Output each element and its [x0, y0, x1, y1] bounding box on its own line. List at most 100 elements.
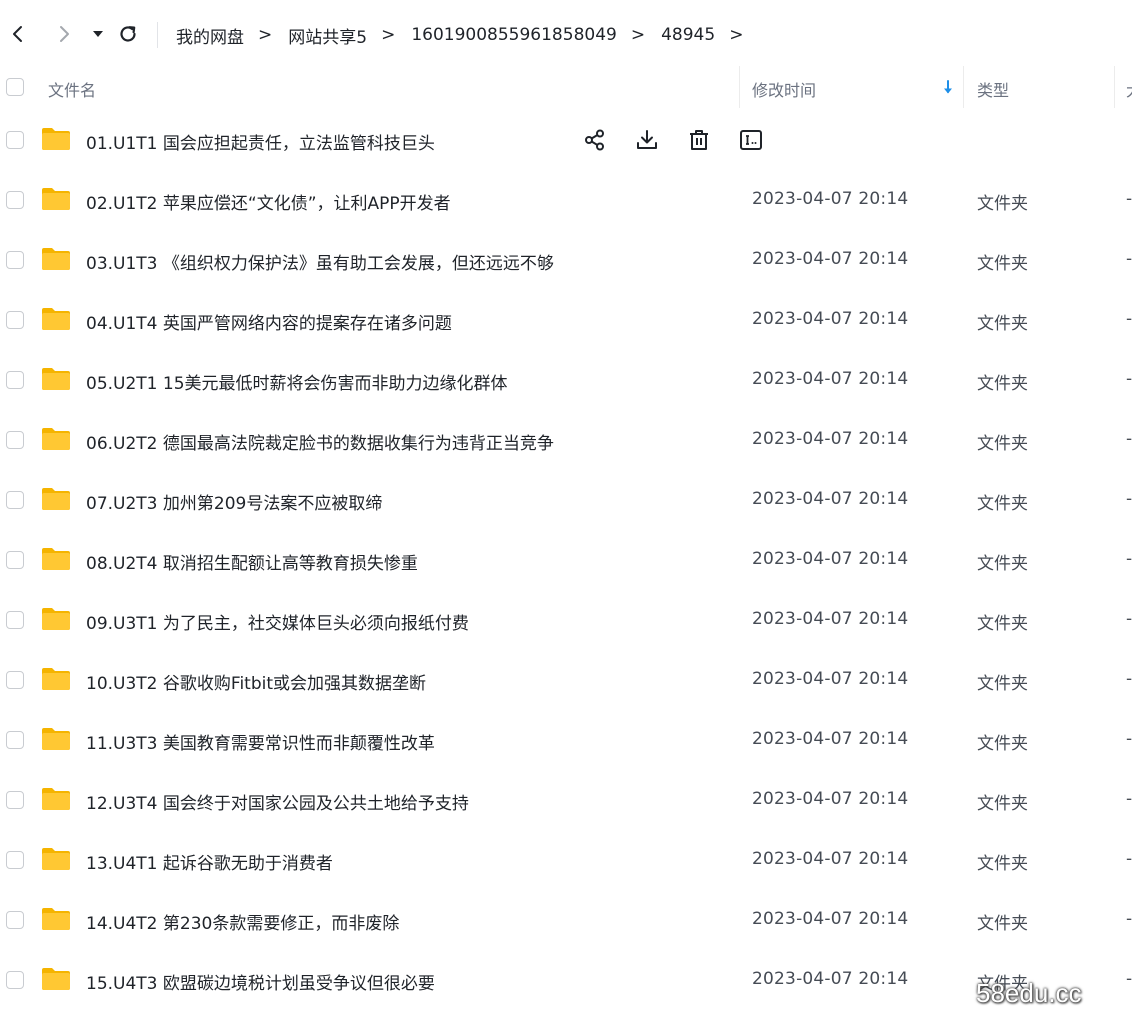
chevron-right-icon	[60, 26, 69, 42]
history-dropdown-button[interactable]	[84, 20, 112, 48]
file-size: -	[1126, 189, 1132, 209]
column-header-type[interactable]: 类型	[977, 77, 1009, 101]
file-row[interactable]: 01.U1T1 国会应担起责任，立法监管科技巨头	[0, 110, 1132, 170]
file-name[interactable]: 07.U2T3 加州第209号法案不应被取缔	[86, 489, 382, 514]
file-modified-time: 2023-04-07 20:14	[752, 189, 909, 209]
site-watermark: 58edu.cc	[976, 978, 1082, 1008]
column-header-modified[interactable]: 修改时间	[752, 77, 816, 101]
file-type: 文件夹	[977, 914, 1028, 934]
file-row[interactable]: 02.U1T2 苹果应偿还“文化债”，让利APP开发者 2023-04-07 2…	[0, 170, 1132, 230]
row-checkbox[interactable]	[6, 911, 24, 929]
file-modified-time: 2023-04-07 20:14	[752, 369, 909, 389]
file-name[interactable]: 02.U1T2 苹果应偿还“文化债”，让利APP开发者	[86, 189, 451, 214]
file-row[interactable]: 14.U4T2 第230条款需要修正，而非废除 2023-04-07 20:14…	[0, 890, 1132, 950]
file-modified-time: 2023-04-07 20:14	[752, 249, 909, 269]
rename-button[interactable]	[736, 126, 766, 154]
row-checkbox[interactable]	[6, 491, 24, 509]
row-checkbox[interactable]	[6, 671, 24, 689]
file-size: -	[1126, 309, 1132, 329]
file-row[interactable]: 06.U2T2 德国最高法院裁定脸书的数据收集行为违背正当竞争 2023-04-…	[0, 410, 1132, 470]
file-type: 文件夹	[977, 734, 1028, 754]
file-name[interactable]: 14.U4T2 第230条款需要修正，而非废除	[86, 909, 399, 934]
file-name[interactable]: 12.U3T4 国会终于对国家公园及公共土地给予支持	[86, 789, 469, 814]
file-type: 文件夹	[977, 374, 1028, 394]
folder-icon	[42, 848, 70, 870]
file-size: -	[1126, 789, 1132, 809]
file-size: -	[1126, 249, 1132, 269]
file-row[interactable]: 15.U4T3 欧盟碳边境税计划虽受争议但很必要 2023-04-07 20:1…	[0, 950, 1132, 1010]
folder-icon	[42, 188, 70, 210]
file-row[interactable]: 03.U1T3 《组织权力保护法》虽有助工会发展，但还远远不够 2023-04-…	[0, 230, 1132, 290]
row-checkbox[interactable]	[6, 731, 24, 749]
file-size: -	[1126, 849, 1132, 869]
file-row[interactable]: 04.U1T4 英国严管网络内容的提案存在诸多问题 2023-04-07 20:…	[0, 290, 1132, 350]
file-name[interactable]: 08.U2T4 取消招生配额让高等教育损失惨重	[86, 549, 418, 574]
row-checkbox[interactable]	[6, 971, 24, 989]
back-button[interactable]	[4, 20, 32, 48]
folder-icon	[42, 548, 70, 570]
folder-icon	[42, 368, 70, 390]
file-name[interactable]: 11.U3T3 美国教育需要常识性而非颠覆性改革	[86, 729, 435, 754]
file-row[interactable]: 09.U3T1 为了民主，社交媒体巨头必须向报纸付费 2023-04-07 20…	[0, 590, 1132, 650]
delete-icon	[690, 130, 708, 150]
share-button[interactable]	[580, 126, 610, 154]
column-header-size[interactable]: 大	[1126, 77, 1132, 101]
file-name[interactable]: 09.U3T1 为了民主，社交媒体巨头必须向报纸付费	[86, 609, 469, 634]
folder-icon	[42, 428, 70, 450]
column-divider[interactable]	[963, 66, 964, 108]
row-checkbox[interactable]	[6, 311, 24, 329]
file-row[interactable]: 13.U4T1 起诉谷歌无助于消费者 2023-04-07 20:14 文件夹 …	[0, 830, 1132, 890]
file-row[interactable]: 11.U3T3 美国教育需要常识性而非颠覆性改革 2023-04-07 20:1…	[0, 710, 1132, 770]
file-name[interactable]: 01.U1T1 国会应担起责任，立法监管科技巨头	[86, 129, 435, 154]
breadcrumb-item-current[interactable]: 48945	[661, 25, 715, 45]
folder-icon	[42, 668, 70, 690]
breadcrumb-item-root[interactable]: 我的网盘	[176, 23, 244, 48]
row-checkbox[interactable]	[6, 251, 24, 269]
row-checkbox[interactable]	[6, 851, 24, 869]
file-name[interactable]: 04.U1T4 英国严管网络内容的提案存在诸多问题	[86, 309, 452, 334]
file-name[interactable]: 03.U1T3 《组织权力保护法》虽有助工会发展，但还远远不够	[86, 249, 554, 274]
top-navigation-bar: 我的网盘 > 网站共享5 > 1601900855961858049 > 489…	[0, 0, 1132, 66]
file-name[interactable]: 15.U4T3 欧盟碳边境税计划虽受争议但很必要	[86, 969, 435, 994]
file-row[interactable]: 10.U3T2 谷歌收购Fitbit或会加强其数据垄断 2023-04-07 2…	[0, 650, 1132, 710]
refresh-button[interactable]	[114, 20, 142, 48]
forward-button[interactable]	[50, 20, 78, 48]
refresh-icon	[120, 26, 136, 42]
file-modified-time: 2023-04-07 20:14	[752, 549, 909, 569]
file-row[interactable]: 12.U3T4 国会终于对国家公园及公共土地给予支持 2023-04-07 20…	[0, 770, 1132, 830]
row-checkbox[interactable]	[6, 431, 24, 449]
column-header-name[interactable]: 文件名	[48, 77, 96, 101]
breadcrumb-separator: >	[630, 25, 646, 45]
file-row[interactable]: 05.U2T1 15美元最低时薪将会伤害而非助力边缘化群体 2023-04-07…	[0, 350, 1132, 410]
row-checkbox[interactable]	[6, 371, 24, 389]
breadcrumb-item-folder-id[interactable]: 1601900855961858049	[411, 25, 617, 45]
file-name[interactable]: 06.U2T2 德国最高法院裁定脸书的数据收集行为违背正当竞争	[86, 429, 554, 454]
file-row[interactable]: 08.U2T4 取消招生配额让高等教育损失惨重 2023-04-07 20:14…	[0, 530, 1132, 590]
folder-icon	[42, 608, 70, 630]
file-modified-time: 2023-04-07 20:14	[752, 489, 909, 509]
file-name[interactable]: 10.U3T2 谷歌收购Fitbit或会加强其数据垄断	[86, 669, 426, 694]
row-checkbox[interactable]	[6, 791, 24, 809]
file-type: 文件夹	[977, 254, 1028, 274]
delete-button[interactable]	[684, 126, 714, 154]
file-name[interactable]: 05.U2T1 15美元最低时薪将会伤害而非助力边缘化群体	[86, 369, 508, 394]
folder-icon	[42, 908, 70, 930]
sort-descending-icon[interactable]	[941, 79, 955, 97]
file-type: 文件夹	[977, 554, 1028, 574]
breadcrumb-item-share[interactable]: 网站共享5	[288, 23, 367, 48]
file-modified-time: 2023-04-07 20:14	[752, 789, 909, 809]
file-modified-time: 2023-04-07 20:14	[752, 669, 909, 689]
row-checkbox[interactable]	[6, 191, 24, 209]
breadcrumb-separator: >	[258, 25, 273, 45]
file-name[interactable]: 13.U4T1 起诉谷歌无助于消费者	[86, 849, 333, 874]
column-divider[interactable]	[739, 66, 740, 108]
file-row[interactable]: 07.U2T3 加州第209号法案不应被取缔 2023-04-07 20:14 …	[0, 470, 1132, 530]
row-checkbox[interactable]	[6, 551, 24, 569]
rename-icon	[740, 130, 762, 150]
row-checkbox[interactable]	[6, 131, 24, 149]
file-type: 文件夹	[977, 314, 1028, 334]
select-all-checkbox[interactable]	[6, 78, 24, 96]
column-divider[interactable]	[1114, 66, 1115, 108]
download-button[interactable]	[632, 126, 662, 154]
row-checkbox[interactable]	[6, 611, 24, 629]
